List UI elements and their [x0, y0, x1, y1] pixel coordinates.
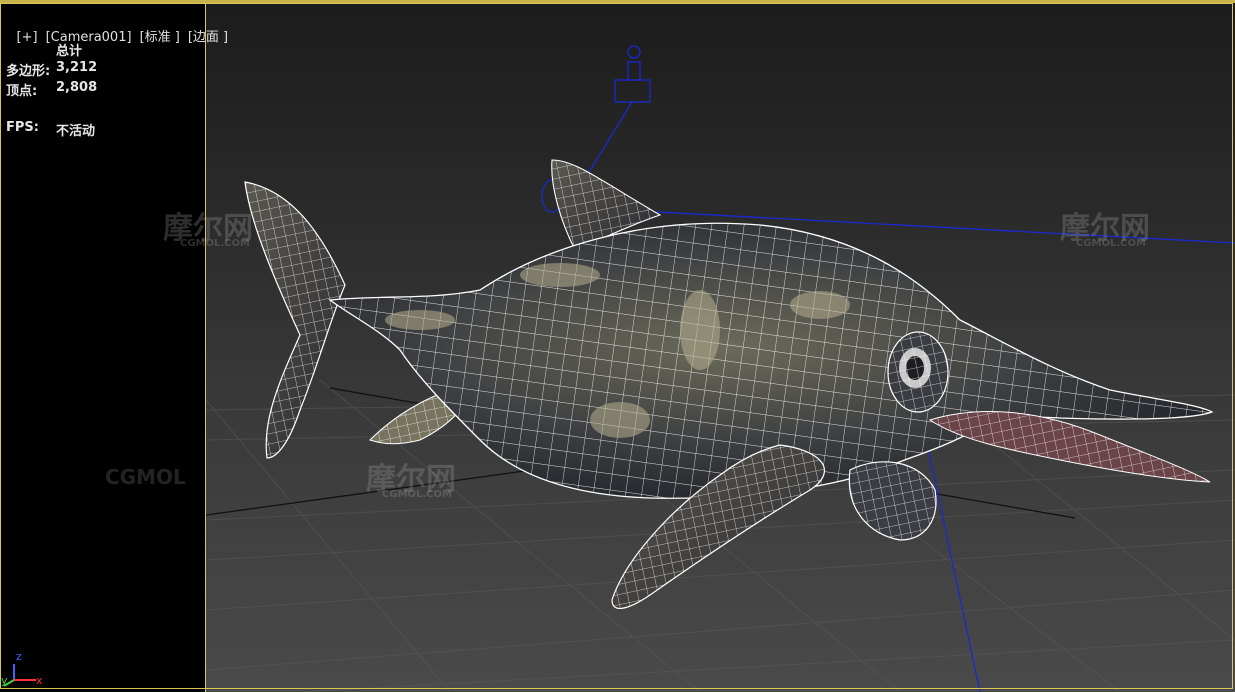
stats-vertices-value: 2,808 — [56, 80, 98, 95]
viewport-general-menu[interactable]: [+] — [17, 30, 38, 45]
viewport-label-menu: [+] [Camera001] [标准 ] [边面 ] — [0, 11, 236, 60]
watermark-left-en: CGMOL.COM — [180, 238, 250, 249]
axis-y-label: y — [1, 674, 8, 687]
safe-frame-border — [205, 3, 206, 692]
viewport-edged-faces-menu[interactable]: [边面 ] — [188, 30, 228, 45]
axis-x-label: x — [36, 674, 43, 687]
viewport-shading-standard-menu[interactable]: [标准 ] — [140, 30, 180, 45]
watermark-center-en: CGMOL.COM — [382, 489, 452, 500]
stats-polygons-value: 3,212 — [56, 60, 98, 75]
stats-polygons-label: 多边形: — [6, 64, 51, 79]
stats-fps-label: FPS: — [6, 120, 39, 135]
stats-fps-value: 不活动 — [56, 124, 96, 139]
axis-tripod — [3, 664, 36, 687]
safe-frame-mask — [0, 3, 205, 692]
camera-viewport[interactable]: [+] [Camera001] [标准 ] [边面 ] 总计 多边形: 3,212 顶… — [0, 0, 1235, 692]
watermark-right-en: CGMOL.COM — [1076, 238, 1146, 249]
stats-header: 总计 — [56, 44, 83, 59]
stats-vertices-label: 顶点: — [6, 84, 38, 99]
watermark-cgmol-large: CGMOL — [105, 465, 186, 489]
axis-z-label: z — [16, 650, 22, 663]
